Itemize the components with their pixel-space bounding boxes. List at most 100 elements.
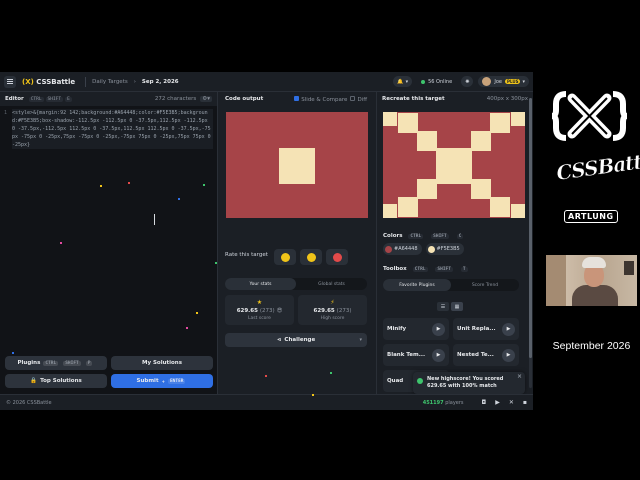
submit-label: Submit — [136, 378, 159, 384]
user-name: Joe — [494, 78, 503, 85]
social-links: ◘ ▶ ✕ ▪ — [482, 399, 527, 406]
submit-button[interactable]: Submit + ENTER — [111, 374, 213, 388]
last-score: 629.65 — [236, 307, 258, 314]
target-mid-square — [490, 113, 510, 133]
confetti — [265, 375, 267, 377]
online-dot-icon — [421, 79, 426, 84]
code-editor[interactable]: 1 <style>&{margin:92 142;background:#A64… — [0, 106, 217, 149]
notifications-button[interactable]: 🔔 ▾ — [393, 76, 413, 87]
play-icon[interactable]: ▶ — [502, 322, 515, 336]
toolbox-label: Toolbox — [383, 266, 407, 272]
toolbox-header: Toolbox CTRL SHIFT T — [383, 266, 470, 272]
target-corner-square — [511, 112, 525, 126]
my-solutions-button[interactable]: My Solutions — [111, 356, 213, 370]
tab-your-stats[interactable]: Your stats — [225, 278, 296, 290]
confetti — [215, 262, 217, 264]
confetti — [60, 242, 62, 244]
chevron-down-icon: ▾ — [359, 337, 362, 343]
plugin-name: Blank Tem... — [387, 352, 426, 358]
tab-global-stats[interactable]: Global stats — [296, 278, 367, 290]
user-menu[interactable]: Joe PLUS ▾ — [478, 76, 529, 87]
breadcrumb-daily-targets[interactable]: Daily Targets — [92, 79, 128, 85]
kbd-key: C — [456, 234, 464, 239]
players-number: 451197 — [422, 399, 444, 406]
output-title: Code output — [225, 96, 264, 102]
target-inner-square — [471, 131, 491, 151]
top-right-controls: 🔔 ▾ 56 Online ✺ Joe PLUS ▾ — [393, 76, 529, 87]
tab-score-trend[interactable]: Score Trend — [451, 279, 519, 291]
tab-favorite-plugins[interactable]: Favorite Plugins — [383, 279, 451, 291]
rate-happy-button[interactable] — [274, 249, 296, 265]
plugin-name: Quad — [387, 378, 404, 384]
screen: (X) CSSBattle Daily Targets › Sep 2, 202… — [0, 0, 640, 480]
color-swatch[interactable]: #F5E3B5 — [425, 243, 464, 255]
scrollbar-thumb[interactable] — [529, 98, 532, 358]
youtube-icon[interactable]: ▶ — [495, 399, 500, 406]
chevron-down-icon: ▾ — [405, 78, 409, 85]
linkedin-icon[interactable]: ▪ — [523, 399, 527, 406]
plus-icon: + — [161, 378, 165, 384]
list-view-icon[interactable]: ☰ — [437, 302, 449, 311]
kbd-key: SHIFT — [45, 96, 64, 102]
plugin-card[interactable]: Unit Repla... ▶ — [453, 318, 519, 340]
plugin-card[interactable]: Nested Te... ▶ — [453, 344, 519, 366]
slide-compare-label: Slide & Compare — [301, 96, 348, 103]
app-logo[interactable]: (X) CSSBattle — [22, 78, 75, 86]
high-score-label: High score — [320, 315, 345, 321]
challenge-button[interactable]: ⋖ Challenge ▾ — [225, 333, 367, 347]
kbd-key: SHIFT — [431, 234, 449, 239]
code-text[interactable]: <style>&{margin:92 142;background:#A6444… — [12, 109, 213, 149]
breadcrumb-date: Sep 2, 2026 — [141, 78, 179, 85]
scrollbar[interactable] — [529, 98, 532, 388]
neutral-face-icon — [306, 252, 316, 262]
check-icon — [417, 378, 423, 384]
top-solutions-button[interactable]: 🔒 Top Solutions — [5, 374, 107, 388]
plugin-name: Nested Te... — [457, 352, 494, 358]
toolbox-tabs: Favorite Plugins Score Trend — [383, 279, 519, 291]
slide-compare-toggle[interactable]: Slide & Compare — [294, 95, 348, 103]
confetti — [186, 327, 188, 329]
close-icon[interactable]: × — [517, 373, 522, 380]
plugin-card[interactable]: Minify ▶ — [383, 318, 449, 340]
plugin-card[interactable]: Blank Tem... ▶ — [383, 344, 449, 366]
background-frame — [624, 261, 634, 275]
rate-neutral-button[interactable] — [300, 249, 322, 265]
output-shape — [279, 148, 315, 184]
target-corner-square — [383, 204, 397, 218]
kbd-key: CTRL — [43, 360, 59, 366]
plus-badge: PLUS — [505, 79, 521, 84]
checkbox-icon — [350, 95, 356, 101]
play-icon[interactable]: ▶ — [432, 322, 445, 336]
diff-toggle[interactable]: Diff — [350, 95, 367, 103]
stats-cards: ★ 629.65 (273) 😎 Last score ⚡ 629.65 (27… — [225, 295, 367, 325]
grid-view-icon[interactable]: ▦ — [451, 302, 463, 311]
top-solutions-label: Top Solutions — [40, 378, 82, 384]
plugins-button[interactable]: Plugins CTRL SHIFT P — [5, 356, 107, 370]
play-icon[interactable]: ▶ — [502, 348, 515, 362]
confetti — [128, 182, 130, 184]
play-icon[interactable]: ▶ — [432, 348, 445, 362]
target-preview[interactable] — [383, 112, 525, 218]
target-inner-square — [471, 179, 491, 199]
color-swatches: #A64448 #F5E3B5 — [383, 243, 464, 255]
color-swatch[interactable]: #A64448 — [383, 243, 422, 255]
target-panel: Recreate this target 400px x 300px Color… — [376, 92, 533, 410]
menu-icon[interactable] — [4, 75, 16, 88]
cssbattle-logo-icon — [552, 91, 627, 141]
output-preview[interactable] — [226, 112, 368, 218]
theme-toggle[interactable]: ✺ — [461, 76, 474, 87]
settings-icon[interactable]: ⚙▾ — [200, 96, 212, 102]
x-icon[interactable]: ✕ — [509, 399, 514, 406]
target-mid-square — [398, 113, 418, 133]
kbd-key: CTRL — [412, 267, 428, 272]
target-mid-square — [490, 197, 510, 217]
artlung-badge: ARTLUNG — [564, 210, 618, 223]
cssbattle-app: (X) CSSBattle Daily Targets › Sep 2, 202… — [0, 72, 533, 410]
kbd-key: E — [65, 96, 72, 102]
kbd-key: CTRL — [408, 234, 424, 239]
rate-label: Rate this target — [225, 252, 268, 258]
discord-icon[interactable]: ◘ — [482, 399, 487, 406]
rate-angry-button[interactable] — [326, 249, 348, 265]
top-bar: (X) CSSBattle Daily Targets › Sep 2, 202… — [0, 72, 533, 92]
players-label: players — [445, 399, 464, 406]
